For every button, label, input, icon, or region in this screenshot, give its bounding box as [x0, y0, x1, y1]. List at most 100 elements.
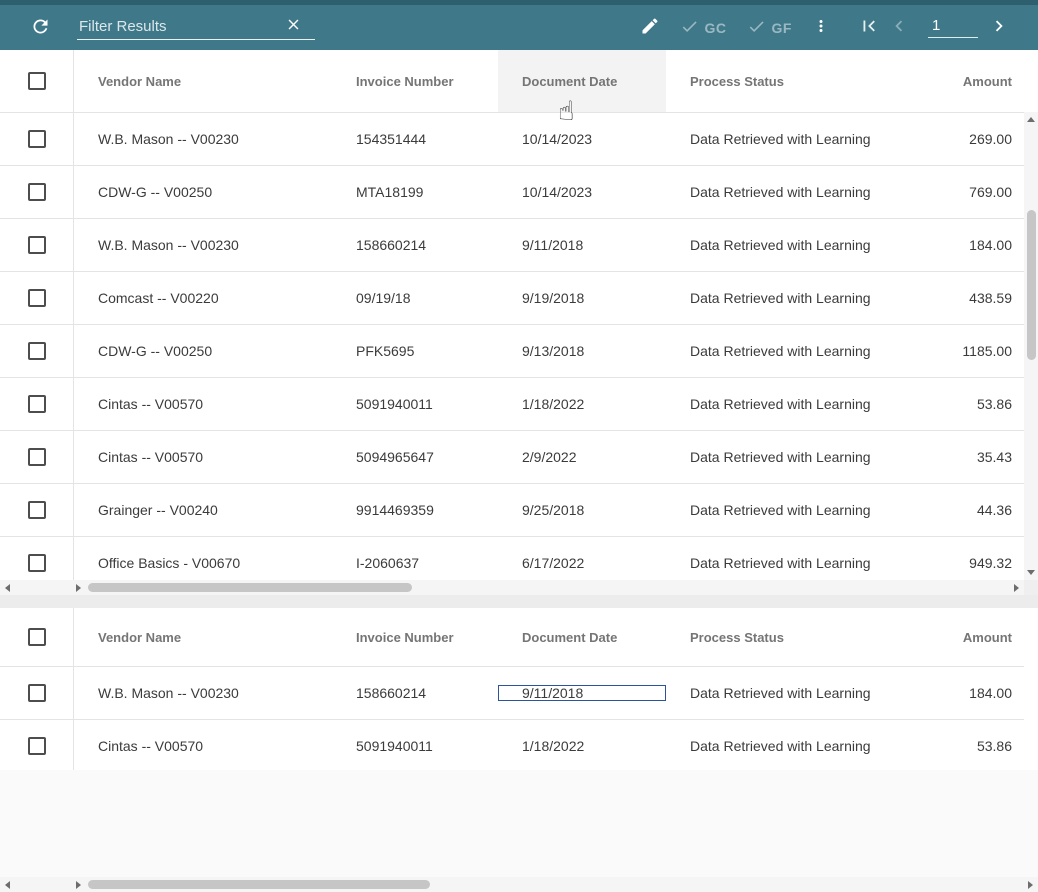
gc-button[interactable]: GC: [680, 17, 727, 39]
table-row[interactable]: W.B. Mason -- V002301586602149/11/2018Da…: [0, 667, 1024, 720]
vendor-name-cell[interactable]: Grainger -- V00240: [74, 502, 332, 518]
column-header-process-status[interactable]: Process Status: [666, 74, 936, 89]
scroll-right-button[interactable]: [1010, 580, 1024, 595]
page-number-input[interactable]: [928, 17, 978, 38]
table-row[interactable]: Cintas -- V0057050919400111/18/2022Data …: [0, 720, 1024, 773]
row-select-checkbox[interactable]: [28, 737, 46, 755]
invoice-number-cell[interactable]: PFK5695: [332, 343, 498, 359]
vendor-name-cell[interactable]: Cintas -- V00570: [74, 738, 332, 754]
process-status-cell[interactable]: Data Retrieved with Learning: [666, 555, 936, 571]
row-select-checkbox[interactable]: [28, 236, 46, 254]
horizontal-scrollbar-thumb[interactable]: [88, 583, 412, 592]
column-header-vendor-name[interactable]: Vendor Name: [74, 630, 332, 645]
previous-page-button[interactable]: [888, 15, 910, 40]
process-status-cell[interactable]: Data Retrieved with Learning: [666, 184, 936, 200]
select-all-checkbox[interactable]: [28, 72, 46, 90]
document-date-cell[interactable]: 1/18/2022: [498, 396, 666, 412]
invoice-number-cell[interactable]: 9914469359: [332, 502, 498, 518]
vendor-name-cell[interactable]: Cintas -- V00570: [74, 396, 332, 412]
table-row[interactable]: CDW-G -- V00250PFK56959/13/2018Data Retr…: [0, 325, 1024, 378]
filter-input[interactable]: [77, 17, 285, 36]
column-header-process-status[interactable]: Process Status: [666, 630, 936, 645]
amount-cell[interactable]: 184.00: [936, 685, 1024, 701]
horizontal-scrollbar-thumb[interactable]: [88, 880, 430, 889]
invoice-number-cell[interactable]: 158660214: [332, 237, 498, 253]
invoice-number-cell[interactable]: 5094965647: [332, 449, 498, 465]
document-date-cell[interactable]: 9/11/2018: [498, 685, 666, 701]
row-select-checkbox[interactable]: [28, 684, 46, 702]
column-header-document-date[interactable]: Document Date: [498, 630, 666, 645]
process-status-cell[interactable]: Data Retrieved with Learning: [666, 131, 936, 147]
column-header-amount[interactable]: Amount: [936, 630, 1024, 645]
next-page-button[interactable]: [988, 15, 1010, 40]
table-row[interactable]: Grainger -- V0024099144693599/25/2018Dat…: [0, 484, 1024, 537]
document-date-cell[interactable]: 6/17/2022: [498, 555, 666, 571]
vendor-name-cell[interactable]: W.B. Mason -- V00230: [74, 131, 332, 147]
scroll-down-button[interactable]: [1024, 566, 1038, 580]
column-header-amount[interactable]: Amount: [936, 74, 1024, 89]
document-date-cell[interactable]: 9/13/2018: [498, 343, 666, 359]
row-select-checkbox[interactable]: [28, 130, 46, 148]
amount-cell[interactable]: 53.86: [936, 396, 1024, 412]
vendor-name-cell[interactable]: W.B. Mason -- V00230: [74, 685, 332, 701]
vendor-name-cell[interactable]: Cintas -- V00570: [74, 449, 332, 465]
document-date-cell[interactable]: 9/25/2018: [498, 502, 666, 518]
horizontal-scrollbar-upper[interactable]: [0, 580, 1024, 595]
invoice-number-cell[interactable]: 154351444: [332, 131, 498, 147]
row-select-checkbox[interactable]: [28, 501, 46, 519]
row-select-checkbox[interactable]: [28, 554, 46, 572]
process-status-cell[interactable]: Data Retrieved with Learning: [666, 237, 936, 253]
invoice-number-cell[interactable]: MTA18199: [332, 184, 498, 200]
amount-cell[interactable]: 769.00: [936, 184, 1024, 200]
scroll-left-button[interactable]: [0, 580, 14, 595]
row-select-checkbox[interactable]: [28, 395, 46, 413]
process-status-cell[interactable]: Data Retrieved with Learning: [666, 396, 936, 412]
row-select-checkbox[interactable]: [28, 342, 46, 360]
vendor-name-cell[interactable]: Comcast -- V00220: [74, 290, 332, 306]
more-options-button[interactable]: [812, 17, 830, 38]
scroll-right-button[interactable]: [72, 580, 86, 595]
document-date-cell[interactable]: 1/18/2022: [498, 738, 666, 754]
amount-cell[interactable]: 1185.00: [936, 343, 1024, 359]
scroll-right-button[interactable]: [1024, 877, 1038, 892]
select-all-checkbox[interactable]: [28, 628, 46, 646]
table-row[interactable]: CDW-G -- V00250MTA1819910/14/2023Data Re…: [0, 166, 1024, 219]
process-status-cell[interactable]: Data Retrieved with Learning: [666, 290, 936, 306]
vendor-name-cell[interactable]: CDW-G -- V00250: [74, 184, 332, 200]
invoice-number-cell[interactable]: 5091940011: [332, 396, 498, 412]
document-date-cell[interactable]: 9/11/2018: [498, 237, 666, 253]
column-header-document-date[interactable]: Document Date: [498, 50, 666, 112]
first-page-button[interactable]: [858, 15, 880, 40]
column-header-vendor-name[interactable]: Vendor Name: [74, 74, 332, 89]
process-status-cell[interactable]: Data Retrieved with Learning: [666, 343, 936, 359]
document-date-cell[interactable]: 9/19/2018: [498, 290, 666, 306]
vendor-name-cell[interactable]: W.B. Mason -- V00230: [74, 237, 332, 253]
table-row[interactable]: Comcast -- V0022009/19/189/19/2018Data R…: [0, 272, 1024, 325]
amount-cell[interactable]: 438.59: [936, 290, 1024, 306]
amount-cell[interactable]: 35.43: [936, 449, 1024, 465]
process-status-cell[interactable]: Data Retrieved with Learning: [666, 685, 936, 701]
document-date-cell[interactable]: 2/9/2022: [498, 449, 666, 465]
invoice-number-cell[interactable]: 5091940011: [332, 738, 498, 754]
column-header-invoice-number[interactable]: Invoice Number: [332, 630, 498, 645]
invoice-number-cell[interactable]: I-2060637: [332, 555, 498, 571]
row-select-checkbox[interactable]: [28, 183, 46, 201]
invoice-number-cell[interactable]: 09/19/18: [332, 290, 498, 306]
vendor-name-cell[interactable]: CDW-G -- V00250: [74, 343, 332, 359]
document-date-cell[interactable]: 10/14/2023: [498, 131, 666, 147]
invoice-number-cell[interactable]: 158660214: [332, 685, 498, 701]
process-status-cell[interactable]: Data Retrieved with Learning: [666, 449, 936, 465]
amount-cell[interactable]: 44.36: [936, 502, 1024, 518]
amount-cell[interactable]: 184.00: [936, 237, 1024, 253]
clear-filter-button[interactable]: [285, 16, 302, 36]
process-status-cell[interactable]: Data Retrieved with Learning: [666, 502, 936, 518]
column-header-invoice-number[interactable]: Invoice Number: [332, 74, 498, 89]
row-select-checkbox[interactable]: [28, 289, 46, 307]
amount-cell[interactable]: 53.86: [936, 738, 1024, 754]
vertical-scrollbar-thumb[interactable]: [1027, 210, 1036, 360]
scroll-left-button[interactable]: [0, 877, 14, 892]
scroll-right-button[interactable]: [72, 877, 86, 892]
row-select-checkbox[interactable]: [28, 448, 46, 466]
vendor-name-cell[interactable]: Office Basics - V00670: [74, 555, 332, 571]
table-row[interactable]: W.B. Mason -- V0023015435144410/14/2023D…: [0, 113, 1024, 166]
